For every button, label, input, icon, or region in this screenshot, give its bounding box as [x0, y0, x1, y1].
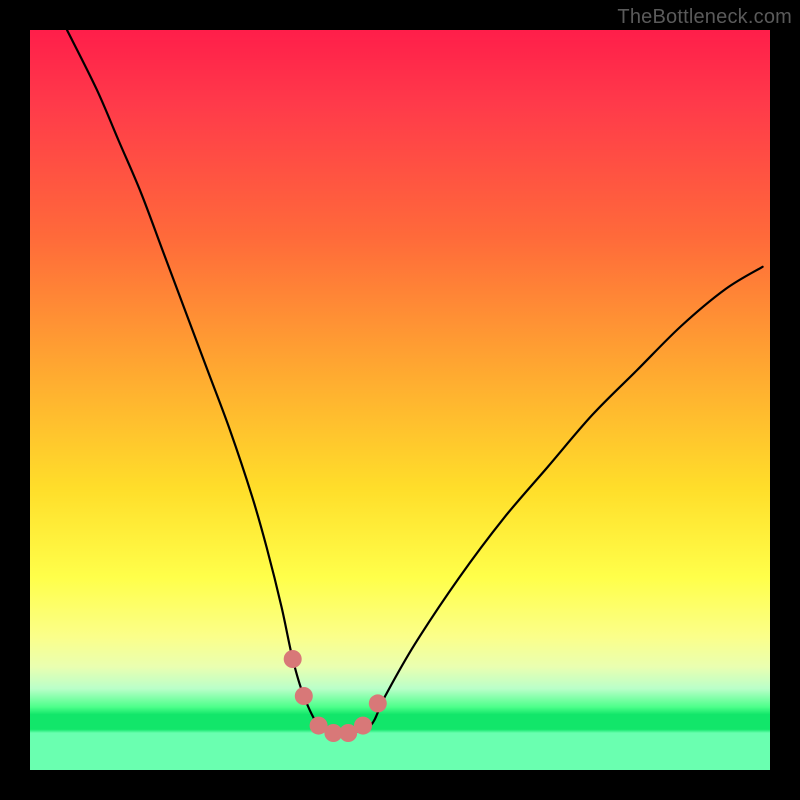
curve-layer	[30, 30, 770, 770]
chart-frame: TheBottleneck.com	[0, 0, 800, 800]
valley-marker	[295, 687, 313, 705]
valley-marker	[354, 717, 372, 735]
valley-marker	[284, 650, 302, 668]
valley-marker	[369, 694, 387, 712]
plot-area	[30, 30, 770, 770]
valley-marker-group	[284, 650, 387, 742]
bottleneck-curve	[67, 30, 763, 734]
watermark-text: TheBottleneck.com	[617, 6, 792, 29]
